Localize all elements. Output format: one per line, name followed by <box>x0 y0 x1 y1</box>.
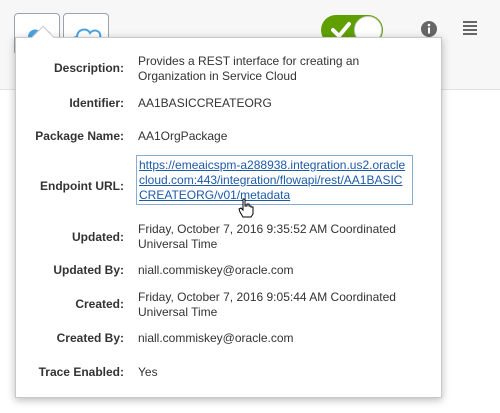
updated-label: Updated: <box>72 230 124 244</box>
updated-by-label: Updated By: <box>53 263 124 277</box>
updated-value: Friday, October 7, 2016 9:35:52 AM Coord… <box>138 222 396 251</box>
identifier-value: AA1BASICCREATEORG <box>138 96 272 110</box>
created-by-label: Created By: <box>56 331 124 345</box>
updated-by-value: niall.commiskey@oracle.com <box>138 263 294 277</box>
hand-cursor-icon <box>238 198 254 218</box>
identifier-label: Identifier: <box>69 96 124 110</box>
trace-enabled-value: Yes <box>138 365 158 379</box>
created-value: Friday, October 7, 2016 9:05:44 AM Coord… <box>138 290 396 319</box>
package-name-value: AA1OrgPackage <box>138 129 228 143</box>
endpoint-url-link[interactable]: https://emeaicspm-a288938.integration.us… <box>136 155 413 205</box>
package-name-label: Package Name: <box>35 129 124 143</box>
info-icon[interactable] <box>420 20 438 38</box>
endpoint-url-label: Endpoint URL: <box>40 179 124 193</box>
description-value: Provides a REST interface for creating a… <box>138 54 360 83</box>
trace-enabled-label: Trace Enabled: <box>38 365 124 379</box>
description-label: Description: <box>53 61 124 75</box>
integration-details-popover: Description: Provides a REST interface f… <box>15 25 442 398</box>
created-by-value: niall.commiskey@oracle.com <box>138 331 294 345</box>
created-label: Created: <box>75 297 124 311</box>
menu-icon[interactable] <box>462 20 478 38</box>
